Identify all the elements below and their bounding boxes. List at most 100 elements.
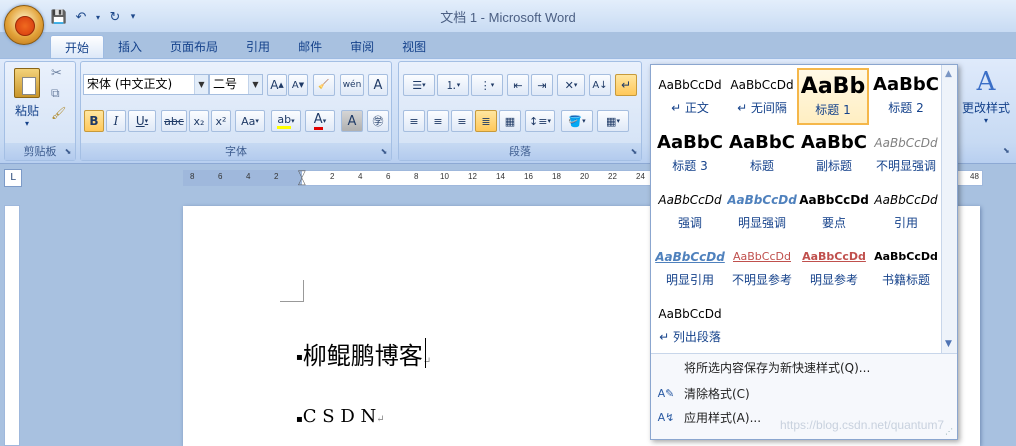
font-size-combo[interactable]: 二号 ▼ [209,74,263,95]
redo-icon[interactable]: ↻ [106,8,124,26]
tab-page-layout[interactable]: 页面布局 [156,35,232,59]
style-item-book-title[interactable]: AaBbCcDd 书籍标题 [871,240,941,295]
style-name: 不明显参考 [731,273,792,287]
tab-mailings[interactable]: 邮件 [284,35,336,59]
underline-button[interactable]: U ▾ [128,110,156,132]
tab-stop-selector[interactable]: L [4,169,22,187]
paragraph-text: 柳鲲鹏博客 [302,342,423,370]
tab-references[interactable]: 引用 [232,35,284,59]
cut-icon[interactable]: ✂ [51,66,62,81]
customize-qat-icon[interactable]: ▾ [128,8,138,26]
office-button[interactable] [4,5,44,45]
style-sample: AaBbCcDd [655,250,725,264]
decrease-indent-button[interactable]: ⇤ [507,74,529,96]
font-color-button[interactable]: A ▾ [305,110,335,132]
style-item-heading-1[interactable]: AaBb 标题 1 [797,68,869,125]
chevron-down-icon[interactable]: ▼ [248,75,262,94]
tab-review[interactable]: 审阅 [336,35,388,59]
highlight-button[interactable]: ab ▾ [271,110,301,132]
clear-formatting-item[interactable]: A✎ 清除格式(C) [651,382,957,406]
char-shading-button[interactable]: A [341,110,363,132]
style-item-subtle-reference[interactable]: AaBbCcDd 不明显参考 [727,240,797,295]
style-name: 要点 [821,216,846,230]
gallery-scrollbar[interactable]: ▲ ▼ [941,65,957,353]
chevron-down-icon[interactable]: ▼ [194,75,208,94]
bold-button[interactable]: B [84,110,104,132]
change-case-button[interactable]: Aa ▾ [235,110,265,132]
show-marks-button[interactable]: ↵ [615,74,637,96]
style-item-list-paragraph[interactable]: AaBbCcDd ↵ 列出段落 [655,297,725,352]
strikethrough-button[interactable]: abc [161,110,187,132]
paragraph-launcher-icon[interactable]: ⬊ [629,147,639,157]
undo-icon[interactable]: ↶ [72,8,90,26]
phonetic-guide-button[interactable]: wén [340,74,364,96]
resize-grip-icon[interactable]: ⋰ [945,427,955,437]
style-item-subtle-emphasis[interactable]: AaBbCcDd 不明显强调 [871,126,941,181]
asian-layout-button[interactable]: ✕ ▾ [557,74,585,96]
char-border-button[interactable]: A [368,74,388,96]
tab-home[interactable]: 开始 [50,35,105,59]
align-right-button[interactable]: ≡ [451,110,473,132]
style-sample: AaBbCcDd [799,193,869,207]
superscript-button[interactable]: x² [211,110,231,132]
vertical-ruler[interactable] [4,205,20,446]
scroll-up-icon[interactable]: ▲ [945,69,952,79]
grow-font-button[interactable]: A ▲ [267,74,287,96]
copy-icon[interactable]: ⧉ [51,86,60,101]
ruler-tick: 2 [274,172,279,181]
style-item-normal[interactable]: AaBbCcDd ↵ 正文 [655,68,725,123]
style-item-heading-3[interactable]: AaBbC 标题 3 [655,126,725,181]
document-paragraph[interactable]: ▪柳鲲鹏博客↵ [296,336,431,371]
align-left-button[interactable]: ≡ [403,110,425,132]
style-item-strong[interactable]: AaBbCcDd 要点 [799,183,869,238]
style-item-no-spacing[interactable]: AaBbCcDd ↵ 无间隔 [727,68,797,123]
scroll-down-icon[interactable]: ▼ [945,339,952,349]
borders-button[interactable]: ▦ ▾ [597,110,629,132]
justify-button[interactable]: ≣ [475,110,497,132]
style-item-heading-2[interactable]: AaBbC 标题 2 [871,68,941,123]
increase-indent-button[interactable]: ⇥ [531,74,553,96]
style-item-emphasis[interactable]: AaBbCcDd 强调 [655,183,725,238]
ruler-tick: 4 [246,172,251,181]
sort-button[interactable]: A↓ [589,74,611,96]
bullets-button[interactable]: ☰ ▾ [403,74,435,96]
font-launcher-icon[interactable]: ⬊ [379,147,389,157]
menu-item-label: 将所选内容保存为新快速样式(Q)... [684,361,871,375]
line-spacing-button[interactable]: ↕≡ ▾ [525,110,555,132]
distribute-button[interactable]: ▦ [499,110,521,132]
save-icon[interactable]: 💾 [50,8,68,26]
font-name-value: 宋体 (中文正文) [87,77,173,91]
style-item-title[interactable]: AaBbC 标题 [727,126,797,181]
styles-launcher-icon[interactable]: ⬊ [1003,146,1010,155]
style-item-quote[interactable]: AaBbCcDd 引用 [871,183,941,238]
style-item-intense-emphasis[interactable]: AaBbCcDd 明显强调 [727,183,797,238]
document-paragraph[interactable]: ▪C S D N↵ [296,406,385,427]
clear-format-button[interactable]: 🧹 [313,74,335,96]
save-selection-as-style-item[interactable]: 将所选内容保存为新快速样式(Q)... [651,356,957,380]
tab-insert[interactable]: 插入 [104,35,156,59]
style-item-intense-reference[interactable]: AaBbCcDd 明显参考 [799,240,869,295]
multilevel-list-button[interactable]: ⋮ ▾ [471,74,503,96]
paste-button[interactable]: 粘贴 ▾ [11,66,43,128]
shrink-font-button[interactable]: A ▼ [288,74,308,96]
shading-button[interactable]: 🪣 ▾ [561,110,593,132]
indent-marker-icon[interactable]: ▽ △ [298,170,306,187]
undo-dropdown-icon[interactable]: ▾ [94,8,102,26]
menu-item-label: 应用样式(A)... [684,411,762,425]
paste-label: 粘贴 [14,104,39,118]
font-size-value: 二号 [213,77,238,91]
ruler-tick: 48 [970,172,979,181]
format-painter-icon[interactable]: 🖌 [51,106,66,120]
ruler-tick: 6 [386,172,391,181]
tab-view[interactable]: 视图 [388,35,440,59]
style-item-subtitle[interactable]: AaBbC 副标题 [799,126,869,181]
font-name-combo[interactable]: 宋体 (中文正文) ▼ [83,74,209,95]
numbering-button[interactable]: ⒈ ▾ [437,74,469,96]
subscript-button[interactable]: x₂ [189,110,209,132]
italic-button[interactable]: I [106,110,126,132]
clipboard-launcher-icon[interactable]: ⬊ [63,147,73,157]
change-styles-button[interactable]: A 更改样式 ▾ [960,65,1012,145]
style-item-intense-quote[interactable]: AaBbCcDd 明显引用 [655,240,725,295]
enclose-char-button[interactable]: ㊫ [367,110,389,132]
align-center-button[interactable]: ≡ [427,110,449,132]
